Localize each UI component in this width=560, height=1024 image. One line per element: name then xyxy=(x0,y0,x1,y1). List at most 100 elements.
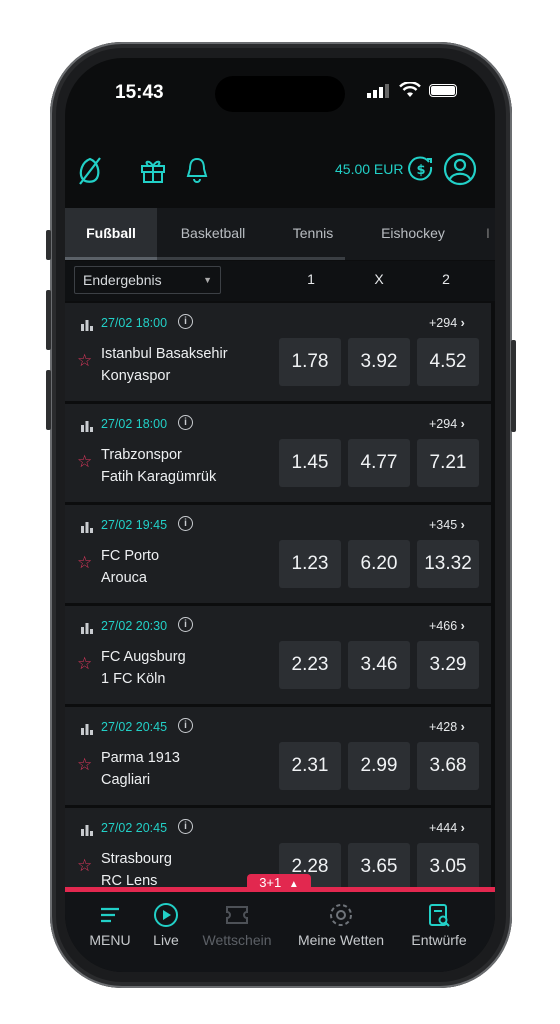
gift-icon[interactable] xyxy=(139,157,167,183)
clock: 15:43 xyxy=(115,82,164,103)
stats-icon[interactable] xyxy=(81,521,93,533)
more-markets-count: +294 xyxy=(429,316,458,330)
match-datetime: 27/02 20:45 xyxy=(101,821,168,835)
home-team: FC Porto xyxy=(101,548,160,564)
odds-button-1[interactable]: 1.78 xyxy=(279,338,341,386)
odds-button-2[interactable]: 4.52 xyxy=(417,338,479,386)
odds-button-x[interactable]: 3.92 xyxy=(348,338,410,386)
betslip-toggle[interactable]: 3+1 ▲ xyxy=(247,874,311,892)
odds-button-1[interactable]: 1.45 xyxy=(279,439,341,487)
account-icon[interactable] xyxy=(443,152,477,186)
chevron-down-icon: ▼ xyxy=(203,275,212,285)
info-icon[interactable]: i xyxy=(178,718,193,733)
stats-icon[interactable] xyxy=(81,622,93,634)
info-icon[interactable]: i xyxy=(178,415,193,430)
more-markets-link[interactable]: +294 › xyxy=(429,417,465,431)
favorite-star-icon[interactable]: ☆ xyxy=(77,553,92,573)
odds-button-2[interactable]: 3.05 xyxy=(417,843,479,891)
dynamic-island xyxy=(215,76,345,112)
stats-icon[interactable] xyxy=(81,723,93,735)
more-markets-link[interactable]: +294 › xyxy=(429,316,465,330)
info-icon[interactable]: i xyxy=(178,516,193,531)
tab-more[interactable]: I xyxy=(481,208,495,258)
status-bar: 15:43 xyxy=(65,58,495,134)
more-markets-link[interactable]: +428 › xyxy=(429,720,465,734)
odds-button-x[interactable]: 3.65 xyxy=(348,843,410,891)
match-datetime: 27/02 19:45 xyxy=(101,518,168,532)
favorite-star-icon[interactable]: ☆ xyxy=(77,856,92,876)
match-list: 27/02 18:00 i +294 › ☆ Istanbul Basaksehir Ko… xyxy=(65,301,495,899)
favorite-star-icon[interactable]: ☆ xyxy=(77,755,92,775)
market-header: Endergebnis ▼ 1 X 2 xyxy=(65,261,495,301)
odds-button-x[interactable]: 3.46 xyxy=(348,641,410,689)
more-markets-link[interactable]: +444 › xyxy=(429,821,465,835)
odds-button-2[interactable]: 7.21 xyxy=(417,439,479,487)
nav-meine-wetten[interactable]: Meine Wetten xyxy=(289,902,393,948)
tab-fussball[interactable]: Fußball xyxy=(65,208,157,260)
nav-menu[interactable]: MENU xyxy=(83,902,137,948)
market-select[interactable]: Endergebnis ▼ xyxy=(74,266,221,294)
match-card[interactable]: 27/02 18:00 i +294 › ☆ Trabzonspor Fatih Kara… xyxy=(65,404,491,502)
my-bets-icon xyxy=(330,904,352,926)
more-markets-count: +466 xyxy=(429,619,458,633)
tab-basketball[interactable]: Basketball xyxy=(163,208,263,258)
match-card[interactable]: 27/02 20:45 i +428 › ☆ Parma 1913 Cagliari 2.3… xyxy=(65,707,491,805)
logo-icon[interactable] xyxy=(77,156,103,186)
favorite-star-icon[interactable]: ☆ xyxy=(77,654,92,674)
away-team: Arouca xyxy=(101,570,147,586)
tab-tennis[interactable]: Tennis xyxy=(271,208,355,258)
column-header-1: 1 xyxy=(307,271,315,287)
info-icon[interactable]: i xyxy=(178,617,193,632)
odds-button-2[interactable]: 3.68 xyxy=(417,742,479,790)
wifi-icon xyxy=(399,82,421,97)
more-markets-link[interactable]: +466 › xyxy=(429,619,465,633)
chevron-right-icon: › xyxy=(460,720,465,734)
market-select-value: Endergebnis xyxy=(83,272,162,288)
home-team: FC Augsburg xyxy=(101,649,186,665)
mute-switch xyxy=(46,230,51,260)
balance-amount[interactable]: 45.00 EUR xyxy=(335,161,403,177)
favorite-star-icon[interactable]: ☆ xyxy=(77,452,92,472)
match-card[interactable]: 27/02 19:45 i +345 › ☆ FC Porto Arouca 1.23 6.2… xyxy=(65,505,491,603)
match-card[interactable]: 27/02 20:30 i +466 › ☆ FC Augsburg 1 FC Köln 2… xyxy=(65,606,491,704)
volume-up-button xyxy=(46,290,51,350)
ticket-icon xyxy=(226,906,248,924)
match-datetime: 27/02 20:30 xyxy=(101,619,168,633)
odds-button-2[interactable]: 3.29 xyxy=(417,641,479,689)
stats-icon[interactable] xyxy=(81,420,93,432)
more-markets-link[interactable]: +345 › xyxy=(429,518,465,532)
info-icon[interactable]: i xyxy=(178,314,193,329)
odds-button-2[interactable]: 13.32 xyxy=(417,540,479,588)
odds-button-x[interactable]: 4.77 xyxy=(348,439,410,487)
chevron-up-icon: ▲ xyxy=(288,879,299,890)
tab-eishockey[interactable]: Eishockey xyxy=(363,208,463,258)
bell-icon[interactable] xyxy=(185,156,209,184)
info-icon[interactable]: i xyxy=(178,819,193,834)
column-header-x: X xyxy=(374,271,384,287)
chevron-right-icon: › xyxy=(460,619,465,633)
deposit-icon[interactable]: $ xyxy=(408,156,434,182)
nav-live[interactable]: Live xyxy=(143,902,189,948)
nav-entwuerfe[interactable]: Entwürfe xyxy=(401,902,477,948)
battery-icon xyxy=(429,84,457,97)
power-button xyxy=(511,340,516,432)
match-card[interactable]: 27/02 18:00 i +294 › ☆ Istanbul Basaksehir Ko… xyxy=(65,303,491,401)
sport-tabs: Fußball Basketball Tennis Eishockey I xyxy=(65,208,495,260)
volume-down-button xyxy=(46,370,51,430)
stats-icon[interactable] xyxy=(81,824,93,836)
nav-live-label: Live xyxy=(153,932,179,948)
nav-wettschein[interactable]: Wettschein xyxy=(195,902,279,948)
more-markets-count: +294 xyxy=(429,417,458,431)
odds-button-1[interactable]: 2.31 xyxy=(279,742,341,790)
stats-icon[interactable] xyxy=(81,319,93,331)
away-team: Konyaspor xyxy=(101,368,171,384)
odds-button-1[interactable]: 2.23 xyxy=(279,641,341,689)
odds-button-x[interactable]: 2.99 xyxy=(348,742,410,790)
tab-scroll-indicator xyxy=(157,257,345,260)
match-datetime: 27/02 18:00 xyxy=(101,316,168,330)
odds-button-1[interactable]: 1.23 xyxy=(279,540,341,588)
odds-button-x[interactable]: 6.20 xyxy=(348,540,410,588)
home-team: Strasbourg xyxy=(101,851,172,867)
away-team: Fatih Karagümrük xyxy=(101,469,217,485)
favorite-star-icon[interactable]: ☆ xyxy=(77,351,92,371)
